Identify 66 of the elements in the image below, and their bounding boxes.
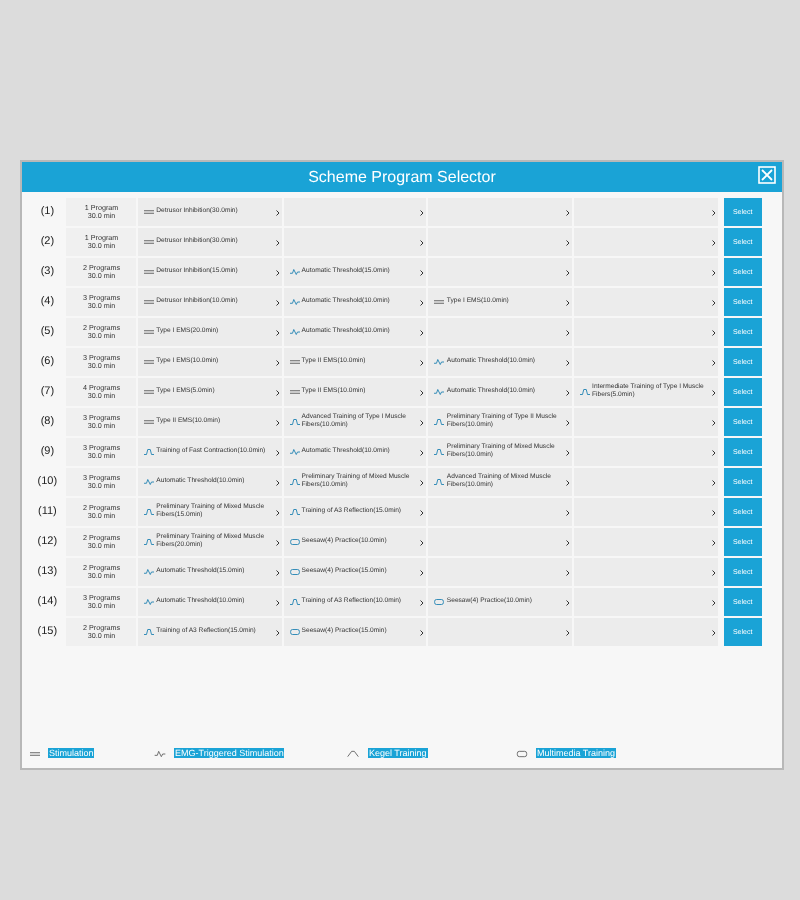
arch-icon (289, 508, 300, 516)
stimulation-icon (434, 298, 445, 306)
zigzag-icon (154, 749, 166, 757)
dialog-title: Scheme Program Selector (308, 168, 496, 186)
zigzag-icon (144, 478, 155, 486)
zigzag-icon (289, 268, 300, 276)
stimulation-icon (144, 328, 155, 336)
stimulation-icon (144, 418, 155, 426)
arch-icon (434, 478, 445, 486)
arch-icon (144, 538, 155, 546)
zigzag-icon (289, 328, 300, 336)
arch-icon (346, 749, 360, 757)
arch-icon (434, 448, 445, 456)
screen-icon (289, 628, 300, 636)
arch-icon (144, 508, 155, 516)
arch-icon (144, 628, 155, 636)
stimulation-icon (289, 358, 300, 366)
stimulation-icon (144, 298, 155, 306)
screen-icon (516, 749, 528, 757)
program-slot[interactable] (428, 528, 573, 556)
zigzag-icon (144, 598, 155, 606)
program-slot[interactable] (574, 348, 718, 376)
screen-icon (434, 598, 445, 606)
program-slot[interactable] (428, 258, 573, 286)
arch-icon (289, 418, 300, 426)
close-button[interactable] (758, 166, 778, 186)
program-slot[interactable] (428, 498, 573, 526)
program-slot[interactable] (574, 228, 718, 256)
program-slot[interactable] (574, 318, 718, 346)
arch-icon (580, 388, 591, 396)
program-slot[interactable] (283, 228, 427, 256)
program-slot[interactable] (283, 198, 427, 226)
zigzag-icon (434, 358, 445, 366)
program-slot[interactable] (574, 588, 718, 616)
zigzag-icon (144, 568, 155, 576)
arch-icon (289, 598, 300, 606)
program-slot[interactable] (574, 528, 718, 556)
zigzag-icon (289, 448, 300, 456)
program-slot[interactable] (574, 258, 718, 286)
program-slot[interactable] (574, 618, 718, 646)
zigzag-icon (434, 388, 445, 396)
program-slot[interactable] (574, 468, 718, 496)
program-slot[interactable] (428, 228, 573, 256)
program-slot[interactable] (574, 198, 718, 226)
program-slot[interactable] (574, 408, 718, 436)
stimulation-icon (289, 388, 300, 396)
stimulation-icon (144, 208, 155, 216)
program-slot[interactable] (574, 558, 718, 586)
screen-icon (289, 538, 300, 546)
program-slot[interactable] (428, 618, 573, 646)
program-slot[interactable] (428, 558, 573, 586)
stimulation-icon (144, 358, 155, 366)
program-slot[interactable] (428, 318, 573, 346)
screen-icon (289, 568, 300, 576)
program-slot[interactable] (574, 498, 718, 526)
arch-icon (434, 418, 445, 426)
arch-icon (289, 478, 300, 486)
arch-icon (144, 448, 155, 456)
stimulation-icon (30, 749, 40, 757)
program-slot[interactable] (574, 288, 718, 316)
zigzag-icon (289, 298, 300, 306)
program-slot[interactable] (428, 198, 573, 226)
stimulation-icon (144, 268, 155, 276)
program-slot[interactable] (574, 438, 718, 466)
stimulation-icon (144, 238, 155, 246)
stimulation-icon (144, 388, 155, 396)
